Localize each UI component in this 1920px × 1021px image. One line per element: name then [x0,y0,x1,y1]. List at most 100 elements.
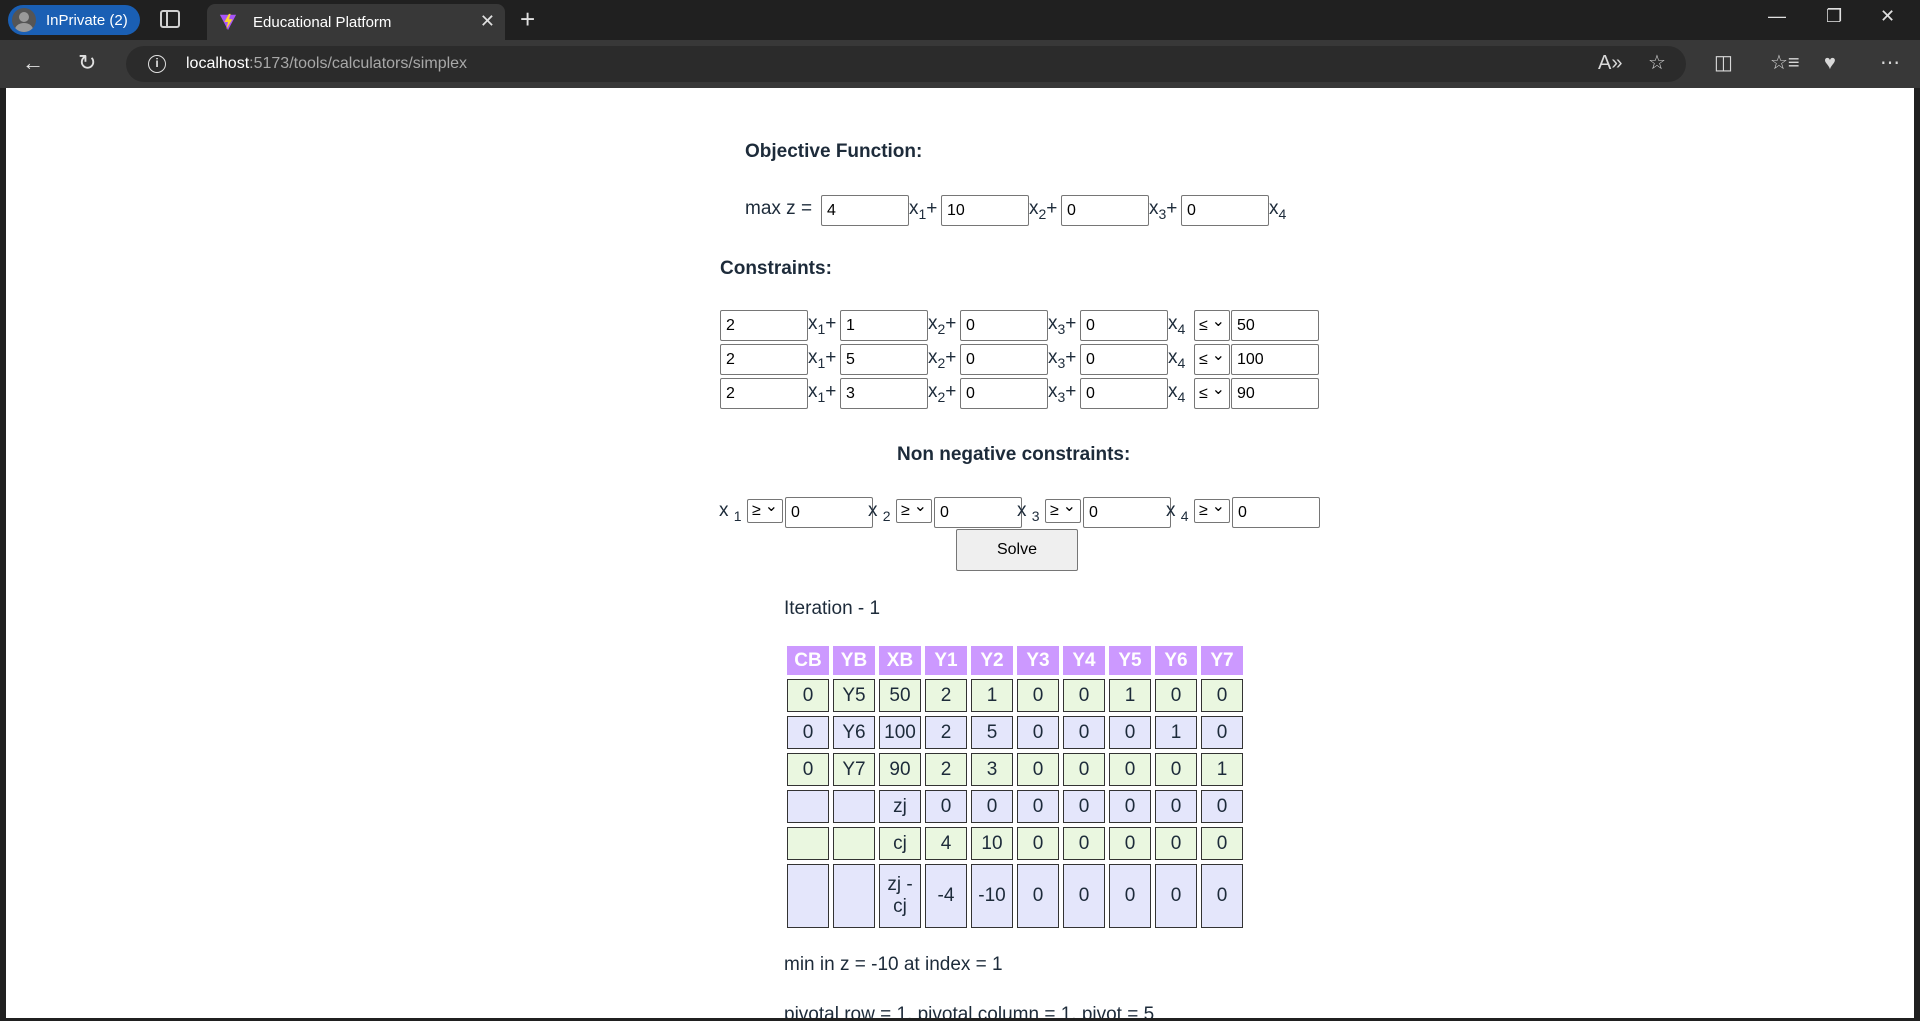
constraint-3-coef-4[interactable]: 0 [1080,378,1168,409]
table-cell: 2 [925,679,967,712]
table-cell: 0 [1063,864,1105,928]
nonneg-2-operator-select[interactable]: ≥ [896,496,932,523]
favorites-icon[interactable]: ☆≡ [1770,51,1800,75]
nonneg-2-value[interactable]: 0 [934,497,1022,528]
nonneg-var-3: x 3 [1017,500,1040,524]
constraint-3-rhs[interactable]: 90 [1231,378,1319,409]
table-cell: 3 [971,753,1013,786]
constraint-1-var-1: x1+ [808,313,837,337]
table-cell: 4 [925,827,967,860]
inprivate-badge[interactable]: InPrivate (2) [8,5,140,35]
table-row: cj 4 10 0 0 0 0 0 [787,827,1243,860]
nonneg-4-operator-select[interactable]: ≥ [1194,496,1230,523]
favorite-star-icon[interactable]: ☆ [1648,51,1666,75]
table-cell [787,827,829,860]
objective-var-4: x4 [1269,198,1287,222]
nonneg-3-operator-select[interactable]: ≥ [1045,496,1081,523]
objective-coef-1[interactable]: 4 [821,195,909,226]
table-cell: 90 [879,753,921,786]
constraint-1-operator-select[interactable]: ≤ [1194,307,1230,341]
header-y1: Y1 [925,646,967,675]
refresh-icon[interactable]: ↻ [78,50,96,76]
page-content: Objective Function: max z = 4 x1+ 10 x2+… [6,88,1914,1018]
browser-essentials-icon[interactable]: ♥ [1824,51,1836,75]
back-icon[interactable]: ← [22,50,44,76]
pivot-text: pivotal row = 1, pivotal column = 1, piv… [784,1004,1155,1018]
url-field[interactable]: i localhost:5173/tools/calculators/simpl… [126,46,1686,82]
constraint-2-rhs[interactable]: 100 [1231,344,1319,375]
table-row: 0 Y5 50 2 1 0 0 1 0 0 [787,679,1243,712]
read-aloud-icon[interactable]: A» [1598,51,1622,75]
table-cell: Y6 [833,716,875,749]
constraint-1-var-2: x2+ [928,313,957,337]
constraint-3-operator-select[interactable]: ≤ [1194,375,1230,409]
vite-logo-icon [219,13,237,31]
minimize-icon[interactable]: — [1768,6,1786,27]
header-y4: Y4 [1063,646,1105,675]
min-z-text: min in z = -10 at index = 1 [784,954,1003,975]
table-cell: 0 [1109,827,1151,860]
table-cell: 0 [1109,716,1151,749]
constraint-2-operator-select[interactable]: ≤ [1194,341,1230,375]
tab-title: Educational Platform [253,13,392,31]
solve-button[interactable]: Solve [956,529,1078,571]
constraint-2-coef-2[interactable]: 5 [840,344,928,375]
table-row: 0 Y7 90 2 3 0 0 0 0 1 [787,753,1243,786]
tab-close-icon[interactable]: ✕ [480,12,495,30]
table-cell: 0 [1201,790,1243,823]
constraint-3-coef-3[interactable]: 0 [960,378,1048,409]
nonneg-1-value[interactable]: 0 [785,497,873,528]
objective-coef-2[interactable]: 10 [941,195,1029,226]
table-cell: 0 [1155,790,1197,823]
constraint-2-coef-4[interactable]: 0 [1080,344,1168,375]
tab-educational-platform[interactable]: Educational Platform ✕ [207,4,505,40]
nonneg-1-operator-select[interactable]: ≥ [747,496,783,523]
nonneg-3-value[interactable]: 0 [1083,497,1171,528]
constraint-1-coef-3[interactable]: 0 [960,310,1048,341]
restore-icon[interactable]: ❐ [1826,6,1842,27]
nonneg-var-1: x 1 [719,500,742,524]
split-screen-icon[interactable]: ◫ [1714,51,1733,75]
table-cell: 0 [1017,716,1059,749]
site-info-icon[interactable]: i [148,55,166,73]
header-xb: XB [879,646,921,675]
table-cell: 0 [1063,679,1105,712]
table-cell: 10 [971,827,1013,860]
table-cell: 0 [1155,679,1197,712]
table-cell: 2 [925,753,967,786]
table-cell: 1 [1155,716,1197,749]
more-menu-icon[interactable]: ⋯ [1880,51,1900,75]
header-y5: Y5 [1109,646,1151,675]
constraint-2-var-4: x4 [1168,347,1186,371]
table-cell: 0 [787,753,829,786]
iteration-title: Iteration - 1 [784,598,881,619]
constraint-3-var-3: x3+ [1048,381,1077,405]
table-cell: 0 [1155,864,1197,928]
constraint-1-var-4: x4 [1168,313,1186,337]
constraint-3-var-1: x1+ [808,381,837,405]
nonneg-4-value[interactable]: 0 [1232,497,1320,528]
constraint-2-coef-3[interactable]: 0 [960,344,1048,375]
tab-actions-icon[interactable] [160,10,180,28]
table-cell [833,864,875,928]
table-cell: zj - cj [879,864,921,928]
header-y7: Y7 [1201,646,1243,675]
constraint-3-var-4: x4 [1168,381,1186,405]
table-cell [787,864,829,928]
constraint-3-coef-2[interactable]: 3 [840,378,928,409]
table-cell: 0 [925,790,967,823]
objective-coef-4[interactable]: 0 [1181,195,1269,226]
table-cell: 1 [1109,679,1151,712]
constraint-1-coef-2[interactable]: 1 [840,310,928,341]
constraint-2-coef-1[interactable]: 2 [720,344,808,375]
table-cell: zj [879,790,921,823]
constraint-3-coef-1[interactable]: 2 [720,378,808,409]
constraint-1-coef-1[interactable]: 2 [720,310,808,341]
constraint-1-rhs[interactable]: 50 [1231,310,1319,341]
objective-coef-3[interactable]: 0 [1061,195,1149,226]
constraint-1-coef-4[interactable]: 0 [1080,310,1168,341]
table-cell: 0 [1017,679,1059,712]
close-window-icon[interactable]: ✕ [1880,6,1895,27]
new-tab-icon[interactable]: + [520,6,535,32]
table-cell [787,790,829,823]
